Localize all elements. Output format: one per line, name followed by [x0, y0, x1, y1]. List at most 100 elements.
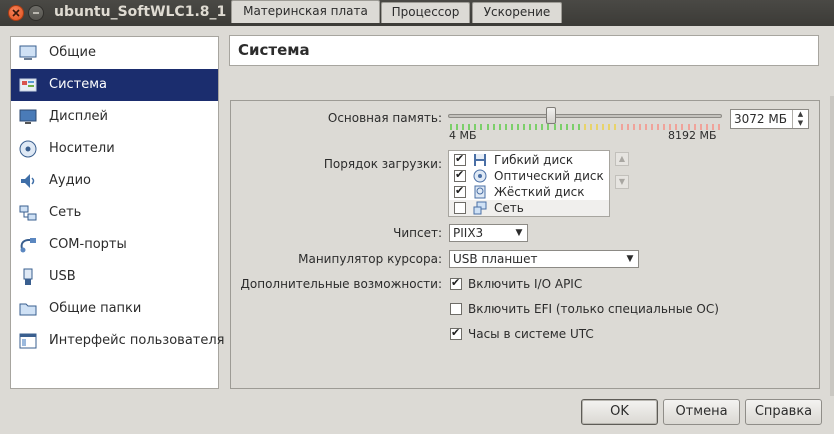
base-memory-label: Основная память:: [327, 111, 442, 125]
boot-item-label: Сеть: [494, 201, 524, 215]
extended-features-label: Дополнительные возможности:: [240, 277, 442, 291]
sidebar-item-usb[interactable]: USB: [11, 261, 218, 293]
pointing-device-value: USB планшет: [453, 252, 538, 266]
floppy-icon: [474, 154, 486, 166]
sidebar-item-label: COM-порты: [49, 237, 127, 252]
boot-move-down-button[interactable]: ▼: [615, 175, 629, 189]
memory-scale-tick: [632, 124, 635, 130]
ok-button[interactable]: OK: [581, 399, 658, 425]
sidebar-item-serial-ports[interactable]: COM-порты: [11, 229, 218, 261]
memory-min-label: 4 МБ: [449, 129, 477, 142]
memory-scale-tick: [559, 124, 562, 130]
boot-hard-disk-checkbox[interactable]: [454, 184, 466, 198]
memory-scale-tick: [651, 124, 653, 130]
settings-window: ubuntu_SoftWLC1.8_1 - Настройки Общие Си…: [0, 0, 834, 434]
shared-folders-icon: [19, 303, 37, 316]
tab-label: Материнская плата: [243, 4, 368, 18]
memory-spin-arrows[interactable]: ▲ ▼: [792, 110, 808, 128]
memory-slider-handle[interactable]: [546, 107, 557, 124]
network-icon: [19, 205, 37, 221]
spin-down-icon[interactable]: ▼: [793, 119, 808, 128]
memory-scale-tick: [602, 124, 605, 130]
boot-item-label: Гибкий диск: [494, 153, 574, 167]
memory-value: 3072 МБ: [734, 112, 787, 126]
memory-scale-tick: [492, 124, 495, 130]
tab-processor[interactable]: Процессор: [381, 2, 470, 23]
efi-option[interactable]: Включить EFI (только специальные ОС): [450, 302, 750, 318]
memory-scale-tick: [547, 124, 550, 130]
audio-icon: [21, 174, 35, 188]
memory-scale-tick: [620, 124, 623, 130]
memory-scale-tick: [608, 124, 611, 130]
sidebar-item-storage[interactable]: Носители: [11, 133, 218, 165]
boot-item-label: Оптический диск: [494, 169, 604, 183]
memory-max-label: 8192 МБ: [668, 129, 717, 142]
memory-scale-tick: [626, 124, 629, 130]
boot-item-label: Жёсткий диск: [494, 185, 585, 199]
motherboard-panel: [230, 100, 820, 389]
optical-disc-icon: [473, 169, 487, 183]
tab-acceleration[interactable]: Ускорение: [472, 2, 562, 23]
memory-scale-tick: [498, 124, 501, 130]
boot-move-up-button[interactable]: ▲: [615, 152, 629, 166]
minimize-icon: [33, 12, 39, 14]
cancel-button[interactable]: Отмена: [663, 399, 740, 425]
sidebar-item-system[interactable]: Система: [11, 69, 218, 101]
utc-clock-checkbox[interactable]: [450, 326, 462, 340]
sidebar-item-label: Общие папки: [49, 301, 142, 316]
boot-item-optical[interactable]: Оптический диск: [449, 168, 609, 184]
help-button[interactable]: Справка: [745, 399, 822, 425]
pointing-device-label: Манипулятор курсора:: [298, 252, 442, 266]
user-interface-icon: [19, 333, 37, 349]
memory-scale-tick: [517, 124, 519, 130]
boot-order-label: Порядок загрузки:: [323, 157, 442, 171]
arrow-down-icon: ▼: [618, 177, 626, 186]
boot-optical-checkbox[interactable]: [454, 168, 466, 182]
memory-scale-tick: [553, 124, 556, 130]
tab-motherboard[interactable]: Материнская плата: [231, 0, 380, 23]
boot-floppy-checkbox[interactable]: [454, 152, 466, 166]
memory-spinbox[interactable]: 3072 МБ ▲ ▼: [730, 109, 809, 129]
sidebar-item-audio[interactable]: Аудио: [11, 165, 218, 197]
sidebar-item-label: Общие: [49, 45, 96, 60]
efi-label: Включить EFI (только специальные ОС): [468, 302, 719, 316]
display-icon: [19, 109, 37, 124]
utc-clock-option[interactable]: Часы в системе UTC: [450, 326, 650, 343]
chipset-select[interactable]: PIIX3 ▼: [449, 224, 528, 242]
memory-scale-tick: [590, 124, 593, 130]
io-apic-option[interactable]: Включить I/O APIC: [450, 276, 650, 293]
usb-icon: [23, 268, 33, 285]
sidebar-item-network[interactable]: Сеть: [11, 197, 218, 229]
sidebar-item-general[interactable]: Общие: [11, 37, 218, 69]
memory-scale-tick: [657, 124, 660, 130]
memory-scale-tick: [504, 124, 507, 130]
boot-item-hard-disk[interactable]: Жёсткий диск: [449, 184, 609, 200]
efi-checkbox[interactable]: [450, 303, 462, 315]
sidebar-item-label: Система: [49, 77, 108, 92]
sidebar-item-display[interactable]: Дисплей: [11, 101, 218, 133]
boot-network-checkbox[interactable]: [454, 202, 466, 214]
sidebar-item-label: USB: [49, 269, 76, 284]
boot-item-network[interactable]: Сеть: [449, 200, 609, 216]
memory-scale-tick: [614, 124, 617, 130]
network-boot-icon: [473, 201, 487, 215]
sidebar-item-user-interface[interactable]: Интерфейс пользователя: [11, 325, 225, 357]
sidebar-item-label: Интерфейс пользователя: [49, 333, 225, 348]
sidebar-item-label: Сеть: [49, 205, 82, 220]
memory-scale-tick: [535, 124, 538, 130]
chipset-label: Чипсет:: [393, 226, 442, 240]
io-apic-checkbox[interactable]: [450, 276, 462, 290]
io-apic-label: Включить I/O APIC: [468, 277, 583, 291]
boot-order-list: Гибкий диск Оптический диск Жёсткий диск…: [448, 150, 610, 217]
memory-slider-track[interactable]: [448, 114, 722, 118]
system-icon: [19, 78, 37, 92]
memory-scale-tick: [571, 124, 574, 130]
chipset-value: PIIX3: [453, 226, 484, 240]
close-window-button[interactable]: [8, 5, 24, 21]
spin-up-icon[interactable]: ▲: [793, 110, 808, 119]
chevron-down-icon: ▼: [515, 228, 523, 238]
sidebar-item-shared-folders[interactable]: Общие папки: [11, 293, 218, 325]
pointing-device-select[interactable]: USB планшет ▼: [449, 250, 639, 268]
minimize-window-button[interactable]: [28, 5, 44, 21]
boot-item-floppy[interactable]: Гибкий диск: [449, 152, 609, 168]
